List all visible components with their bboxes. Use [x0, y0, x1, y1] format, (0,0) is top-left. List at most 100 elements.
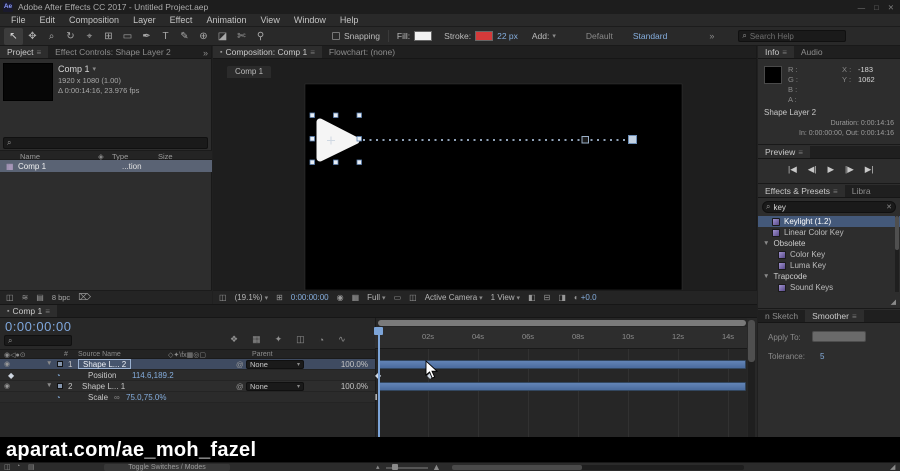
viewer-tab-comp1[interactable]: Comp 1	[227, 66, 272, 78]
project-comp-name[interactable]: Comp 1	[58, 64, 90, 74]
toggle-switches-modes-button[interactable]: Toggle Switches / Modes	[104, 464, 230, 471]
menu-view[interactable]: View	[253, 15, 286, 25]
trash-icon[interactable]: ⌦	[78, 292, 91, 303]
stretch-value[interactable]: 100.0%	[318, 360, 368, 369]
minimize-button[interactable]: —	[858, 3, 866, 12]
resize-grip-icon[interactable]: ◢	[890, 463, 895, 471]
region-of-interest-icon[interactable]: ▭	[394, 293, 402, 302]
property-row-scale[interactable]: ◔ Scale ∞ 75.0,75.0%	[0, 392, 375, 403]
tolerance-value[interactable]: 5	[820, 352, 824, 361]
property-name[interactable]: Scale	[88, 393, 108, 402]
roto-brush-tool[interactable]: ✄	[232, 28, 251, 45]
camera-tool[interactable]: ⌖	[80, 28, 99, 45]
composition-viewport[interactable]	[213, 78, 757, 290]
timeline-zoom-slider-thumb[interactable]	[392, 464, 398, 470]
graph-editor-icon[interactable]: ∿	[338, 334, 346, 345]
effects-scrollbar[interactable]	[895, 216, 899, 292]
layer-label-chip[interactable]	[57, 383, 63, 389]
draft-3d-icon[interactable]: ▦	[252, 334, 261, 345]
tab-project[interactable]: Project ≡	[0, 46, 49, 58]
layer-row-1[interactable]: ◉ ▼ 1 Shape L... 2 @ None ▾ 100.0%	[0, 359, 375, 370]
keyframe-influence-marker[interactable]: I	[375, 393, 377, 402]
previous-frame-button[interactable]: ◀|	[808, 164, 817, 175]
list-item-linear-color-key[interactable]: Linear Color Key	[758, 227, 900, 238]
zoom-in-mountain-icon[interactable]: ▲	[432, 462, 441, 471]
timeline-jump-icon[interactable]: ◨	[558, 293, 566, 302]
search-help-box[interactable]: ⌕	[738, 30, 847, 42]
property-name[interactable]: Position	[88, 371, 116, 380]
panel-menu-icon[interactable]: ≡	[45, 307, 50, 316]
time-navigator-bar[interactable]	[378, 320, 746, 326]
layer-label-chip[interactable]	[57, 361, 63, 367]
composition-flowchart-icon[interactable]: ❖	[230, 334, 238, 345]
layer-row-2[interactable]: ◉ ▼ 2 Shape L... 1 @ None ▾ 100.0%	[0, 381, 375, 392]
tab-composition[interactable]: ▪ Composition: Comp 1 ≡	[213, 46, 322, 58]
stopwatch-icon[interactable]: ◔	[56, 371, 61, 380]
timeline-search-input[interactable]	[15, 336, 68, 345]
camera-select[interactable]: Active Camera ▾	[425, 293, 483, 302]
magnification-select[interactable]: (19.1%) ▾	[235, 293, 269, 302]
column-header-number[interactable]: #	[64, 351, 68, 358]
tab-audio[interactable]: Audio	[794, 46, 830, 58]
menu-composition[interactable]: Composition	[62, 15, 126, 25]
hand-tool[interactable]: ✥	[23, 28, 42, 45]
fast-previews-icon[interactable]: ⊟	[544, 293, 551, 302]
stretch-value[interactable]: 100.0%	[318, 382, 368, 391]
frame-blending-icon[interactable]: ◫	[296, 334, 305, 345]
tab-info[interactable]: Info ≡	[758, 46, 794, 58]
safe-zones-icon[interactable]: ⊞	[276, 293, 283, 302]
rotation-tool[interactable]: ↻	[61, 28, 80, 45]
tab-motion-sketch[interactable]: n Sketch	[758, 310, 805, 322]
interpret-footage-icon[interactable]: ◫	[6, 293, 14, 302]
folder-open-icon[interactable]: ▼	[763, 240, 769, 247]
list-item-keylight[interactable]: Keylight (1.2)	[758, 216, 900, 227]
motion-blur-icon[interactable]: ◔	[319, 335, 324, 345]
current-time-indicator-handle[interactable]	[374, 327, 383, 335]
tab-effect-controls[interactable]: Effect Controls: Shape Layer 2	[48, 46, 178, 58]
panel-menu-icon[interactable]: ≡	[833, 187, 838, 196]
zoom-out-mountain-icon[interactable]: ▴	[376, 463, 380, 471]
menu-file[interactable]: File	[4, 15, 33, 25]
expand-transfer-controls-icon[interactable]: ◫	[4, 463, 11, 471]
project-bit-depth[interactable]: 8 bpc	[52, 293, 70, 302]
pen-tool[interactable]: ✒	[137, 28, 156, 45]
comp-timecode[interactable]: 0:00:00:00	[291, 293, 329, 302]
channels-icon[interactable]: ▦	[352, 293, 360, 302]
layer-duration-bar-2[interactable]	[378, 382, 746, 391]
layer-name[interactable]: Shape L... 2	[78, 359, 132, 369]
column-header-source-name[interactable]: Source Name	[78, 351, 121, 358]
stroke-swatch[interactable]	[475, 31, 494, 41]
tab-timeline-comp1[interactable]: ▪ Comp 1 ≡	[0, 305, 57, 317]
pixel-aspect-icon[interactable]: ◧	[528, 293, 536, 302]
panel-menu-icon[interactable]: ≡	[798, 148, 803, 157]
timeline-horizontal-scrollbar[interactable]	[452, 465, 744, 470]
comp-flyout-icon[interactable]: ▾	[93, 65, 97, 73]
list-item-sound-keys[interactable]: Sound Keys	[758, 282, 900, 293]
tab-libraries[interactable]: Libra	[845, 185, 878, 197]
menu-effect[interactable]: Effect	[163, 15, 200, 25]
puppet-pin-tool[interactable]: ⚲	[251, 28, 270, 45]
expand-arrow-icon[interactable]: ▼	[46, 360, 52, 367]
workspace-tab-default[interactable]: Default	[586, 31, 613, 41]
position-value[interactable]: 114.6,189.2	[132, 371, 174, 380]
expand-render-time-icon[interactable]: ▤	[28, 463, 35, 471]
go-to-end-button[interactable]: ▶|	[865, 164, 874, 175]
clone-stamp-tool[interactable]: ⊕	[194, 28, 213, 45]
apply-to-value-field[interactable]	[812, 331, 866, 342]
exposure-control[interactable]: ◐ +0.0	[574, 293, 597, 302]
transparency-grid-icon[interactable]: ◫	[409, 293, 417, 302]
new-folder-icon[interactable]: ≋	[22, 293, 29, 302]
pan-behind-tool[interactable]: ⊞	[99, 28, 118, 45]
add-control[interactable]: Add: ▾	[532, 31, 556, 41]
clear-search-icon[interactable]: ✕	[886, 203, 892, 211]
workspace-tab-standard[interactable]: Standard	[633, 31, 668, 41]
search-help-input[interactable]	[749, 31, 843, 41]
type-tool[interactable]: T	[156, 28, 175, 45]
new-composition-icon[interactable]: ▤	[36, 293, 44, 302]
project-search-box[interactable]: ⌕	[3, 137, 208, 149]
panel-grip-icon[interactable]: ◢	[891, 298, 896, 306]
layer-name[interactable]: Shape L... 1	[82, 382, 125, 391]
menu-layer[interactable]: Layer	[126, 15, 163, 25]
scale-value[interactable]: 75.0,75.0%	[126, 393, 166, 402]
play-button[interactable]: ▶	[828, 164, 835, 175]
